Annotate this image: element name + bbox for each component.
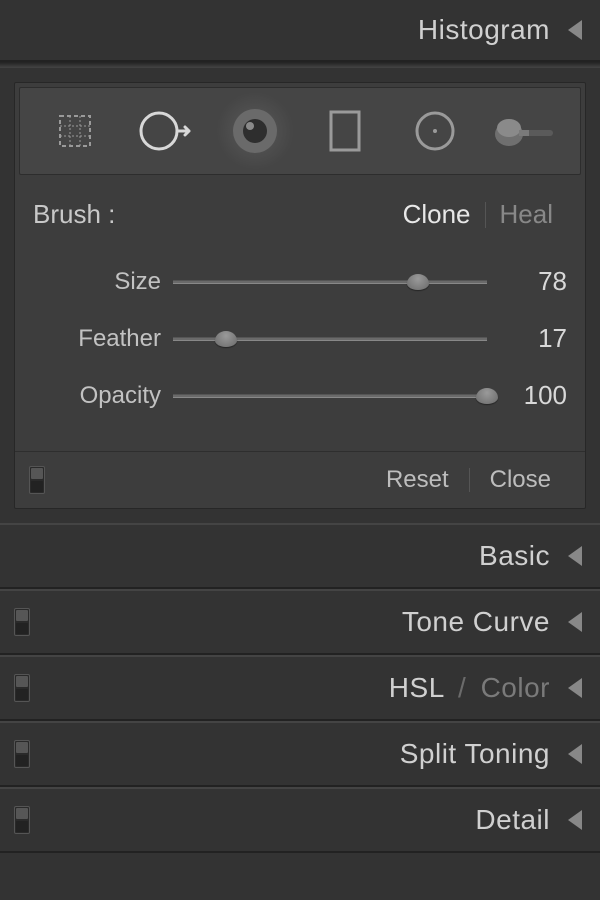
color-label: Color bbox=[481, 672, 550, 703]
slider-thumb[interactable] bbox=[407, 274, 429, 290]
detail-panel-label: Detail bbox=[475, 804, 550, 836]
radial-filter-icon bbox=[410, 106, 460, 156]
opacity-slider[interactable] bbox=[173, 385, 487, 407]
collapse-triangle-icon bbox=[568, 744, 582, 764]
spot-removal-tool-button[interactable] bbox=[126, 92, 204, 170]
size-value[interactable]: 78 bbox=[487, 266, 567, 297]
size-slider-row: Size 78 bbox=[33, 266, 567, 297]
panel-visibility-toggle[interactable] bbox=[14, 674, 30, 702]
panel-visibility-toggle[interactable] bbox=[29, 466, 45, 494]
slider-thumb[interactable] bbox=[476, 388, 498, 404]
separator: / bbox=[458, 672, 466, 703]
slider-track bbox=[173, 394, 487, 398]
feather-slider[interactable] bbox=[173, 328, 487, 350]
slider-thumb[interactable] bbox=[215, 331, 237, 347]
graduated-filter-tool-button[interactable] bbox=[306, 92, 384, 170]
panel-visibility-toggle[interactable] bbox=[14, 806, 30, 834]
collapse-triangle-icon bbox=[568, 546, 582, 566]
brush-options-section: Brush : Clone Heal Size 78 Feather 17 Op… bbox=[15, 179, 585, 451]
adjustment-brush-tool-button[interactable] bbox=[486, 92, 564, 170]
feather-slider-row: Feather 17 bbox=[33, 323, 567, 354]
slider-track bbox=[173, 280, 487, 284]
collapse-triangle-icon bbox=[568, 678, 582, 698]
radial-filter-tool-button[interactable] bbox=[396, 92, 474, 170]
hsl-color-panel-header[interactable]: HSL / Color bbox=[0, 655, 600, 721]
hsl-color-panel-label: HSL / Color bbox=[389, 672, 550, 704]
histogram-panel-header[interactable]: Histogram bbox=[0, 0, 600, 62]
basic-panel-header[interactable]: Basic bbox=[0, 523, 600, 589]
split-toning-panel-label: Split Toning bbox=[400, 738, 550, 770]
opacity-value[interactable]: 100 bbox=[487, 380, 567, 411]
feather-value[interactable]: 17 bbox=[487, 323, 567, 354]
basic-panel-label: Basic bbox=[479, 540, 550, 572]
tool-strip bbox=[19, 87, 581, 175]
graduated-filter-icon bbox=[323, 106, 367, 156]
brush-label: Brush : bbox=[33, 199, 389, 230]
brush-footer-row: Reset Close bbox=[15, 451, 585, 508]
redeye-icon bbox=[227, 103, 283, 159]
size-label: Size bbox=[33, 268, 173, 296]
tool-strip-panel: Brush : Clone Heal Size 78 Feather 17 Op… bbox=[14, 82, 586, 509]
panel-visibility-toggle[interactable] bbox=[14, 608, 30, 636]
brush-mode-heal[interactable]: Heal bbox=[486, 199, 567, 230]
opacity-slider-row: Opacity 100 bbox=[33, 380, 567, 411]
collapse-triangle-icon bbox=[568, 20, 582, 40]
spot-removal-icon bbox=[135, 106, 195, 156]
tone-curve-panel-label: Tone Curve bbox=[402, 606, 550, 638]
brush-icon bbox=[489, 106, 561, 156]
crop-tool-button[interactable] bbox=[36, 92, 114, 170]
histogram-title: Histogram bbox=[418, 14, 550, 46]
size-slider[interactable] bbox=[173, 271, 487, 293]
brush-mode-clone[interactable]: Clone bbox=[389, 199, 485, 230]
collapse-triangle-icon bbox=[568, 810, 582, 830]
close-button[interactable]: Close bbox=[470, 466, 571, 494]
collapse-triangle-icon bbox=[568, 612, 582, 632]
brush-mode-row: Brush : Clone Heal bbox=[33, 199, 567, 230]
redeye-tool-button[interactable] bbox=[216, 92, 294, 170]
crop-icon bbox=[50, 106, 100, 156]
divider bbox=[0, 62, 600, 68]
reset-button[interactable]: Reset bbox=[366, 466, 469, 494]
detail-panel-header[interactable]: Detail bbox=[0, 787, 600, 853]
panel-visibility-toggle[interactable] bbox=[14, 740, 30, 768]
opacity-label: Opacity bbox=[33, 382, 173, 410]
split-toning-panel-header[interactable]: Split Toning bbox=[0, 721, 600, 787]
tone-curve-panel-header[interactable]: Tone Curve bbox=[0, 589, 600, 655]
feather-label: Feather bbox=[33, 325, 173, 353]
hsl-label: HSL bbox=[389, 672, 444, 703]
